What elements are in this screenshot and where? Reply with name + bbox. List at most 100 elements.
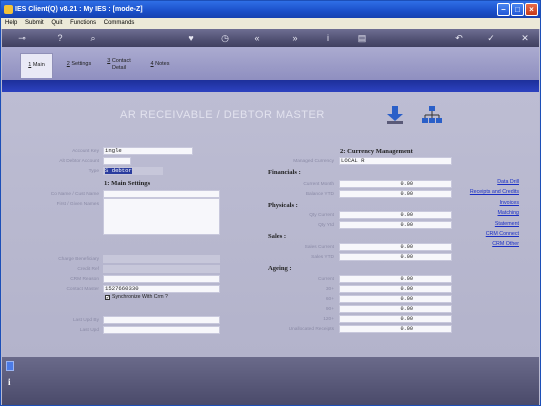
tab-main-key: 1 [28,62,32,68]
currency-management-heading: 2: Currency Management [340,148,413,155]
credit-ref-label: Credit Ref [77,267,99,272]
help-icon[interactable]: ? [53,31,67,45]
contact-master-label: Contact Master [66,287,99,292]
tab-notes[interactable]: 4 Notes [145,53,175,78]
menu-commands[interactable]: Commands [104,20,135,26]
check-icon: ✔ [105,295,110,300]
current-month-field[interactable]: 0.00 [339,180,452,188]
close-icon[interactable]: ✕ [518,31,532,45]
info-icon[interactable]: i [321,31,335,45]
rewind-icon[interactable]: « [250,31,264,45]
ageing-120-field[interactable]: 0.00 [339,315,452,323]
last-upd-by-label: Last Upd By [72,318,99,323]
crm-reason-field[interactable] [103,275,220,283]
ageing-90-field[interactable]: 0.00 [339,305,452,313]
org-chart-icon[interactable] [422,105,442,125]
ageing-30-field[interactable]: 0.00 [339,285,452,293]
ageing-90-label: 90+ [325,307,334,312]
ageing-current-field[interactable]: 0.00 [339,275,452,283]
link-statement[interactable]: Statement [442,221,519,227]
type-value: S debtor [105,167,132,174]
header-strip [2,80,539,92]
balance-ytd-field[interactable]: 0.00 [339,190,452,198]
sync-label: Synchronize With Crm ? [112,294,168,300]
menu-quit[interactable]: Quit [51,20,62,26]
unallocated-receipts-label: Unallocated Receipts [288,327,334,332]
charge-beneficiary-label: Charge Beneficiary [58,257,99,262]
balance-ytd-label: Balance YTD [305,192,334,197]
qty-ytd-label: Qty Ytd [318,223,334,228]
co-name-field[interactable] [103,190,220,198]
managed-currency-field[interactable]: LOCAL R [339,157,452,165]
tab-settings[interactable]: 2 Settings [62,53,96,78]
download-icon[interactable] [386,105,404,125]
crm-reason-label: CRM Reason [70,277,99,282]
check-icon[interactable]: ✓ [484,31,498,45]
clock-icon[interactable]: ◷ [218,31,232,45]
window-title: IES Client(Q) v8.21 : My IES : [mode-Z] [15,6,143,13]
link-invoices[interactable]: Invoices [442,200,519,206]
sales-heading: Sales : [268,233,287,240]
sales-current-field[interactable]: 0.00 [339,243,452,251]
key-icon[interactable]: ⊸ [10,31,34,45]
tab-contact-detail[interactable]: 3 Contact Detail [102,53,136,78]
sync-with-crm-checkbox[interactable]: ✔ Synchronize With Crm ? [105,294,168,300]
financials-heading: Financials : [268,169,301,176]
tab-main[interactable]: 1 Main [20,53,53,78]
alt-debtor-label: Alt Debtor Account [59,159,99,164]
charge-beneficiary-field[interactable] [103,255,220,263]
alt-debtor-field[interactable] [103,157,131,165]
menu-submit[interactable]: Submit [25,20,44,26]
status-bar: i [2,357,539,405]
account-key-label: Account Key [72,149,99,154]
link-matching[interactable]: Matching [442,210,520,216]
credit-ref-field[interactable] [103,265,220,273]
form-area: AR RECEIVABLE / DEBTOR MASTER Account Ke… [2,92,539,357]
tab-main-label: Main [32,62,45,68]
minimize-button[interactable]: – [497,3,510,16]
menu-help[interactable]: Help [5,20,17,26]
link-data-drill[interactable]: Data Drill [442,179,519,185]
tab-contact-line1: Contact [111,58,131,64]
last-upd-label: Last Upd [79,328,99,333]
tab-settings-key: 2 [66,61,70,67]
close-window-button[interactable]: × [525,3,538,16]
app-window: IES Client(Q) v8.21 : My IES : [mode-Z] … [0,0,541,406]
maximize-button[interactable]: □ [511,3,524,16]
unallocated-receipts-field[interactable]: 0.00 [339,325,452,333]
last-upd-field[interactable] [103,326,220,334]
fast-forward-icon[interactable]: » [288,31,302,45]
main-settings-heading: 1: Main Settings [104,180,151,187]
sales-ytd-field[interactable]: 0.00 [339,253,452,261]
current-month-label: Current Month [303,182,334,187]
menu-functions[interactable]: Functions [70,20,96,26]
page-title: AR RECEIVABLE / DEBTOR MASTER [120,109,325,121]
qty-current-field[interactable]: 0.00 [339,211,452,219]
qty-ytd-field[interactable]: 0.00 [339,221,452,229]
last-upd-by-field[interactable] [103,316,220,324]
back-icon[interactable]: ↶ [452,31,466,45]
print-icon[interactable]: ▤ [355,31,369,45]
title-bar: IES Client(Q) v8.21 : My IES : [mode-Z] … [1,1,540,18]
link-crm-other[interactable]: CRM Other [442,241,519,247]
info-icon[interactable]: i [8,377,12,387]
link-receipts-and-credits[interactable]: Receipts and Credits [442,189,519,195]
ageing-60-label: 60+ [325,297,334,302]
type-field[interactable]: S debtor [103,167,163,175]
search-icon[interactable]: ⌕ [86,31,100,45]
app-icon [4,5,13,14]
ageing-120-label: 120+ [323,317,334,322]
account-key-field[interactable]: ingle [103,147,193,155]
tab-bar: 1 Main 2 Settings 3 Contact Detail 4 Not… [2,47,539,80]
ageing-60-field[interactable]: 0.00 [339,295,452,303]
window-tile-icon[interactable] [6,361,14,371]
name-memo-field[interactable] [103,198,220,235]
managed-currency-label: Managed Currency [293,159,334,164]
type-label: Type [88,169,99,174]
link-crm-connect[interactable]: CRM Connect [442,231,519,237]
heart-icon[interactable]: ♥ [184,31,198,45]
tab-contact-line2: Detail [111,65,127,71]
physicals-heading: Physicals : [268,202,298,209]
menu-bar: Help Submit Quit Functions Commands [1,18,540,29]
contact-master-field[interactable]: 1527660330 [103,285,220,293]
